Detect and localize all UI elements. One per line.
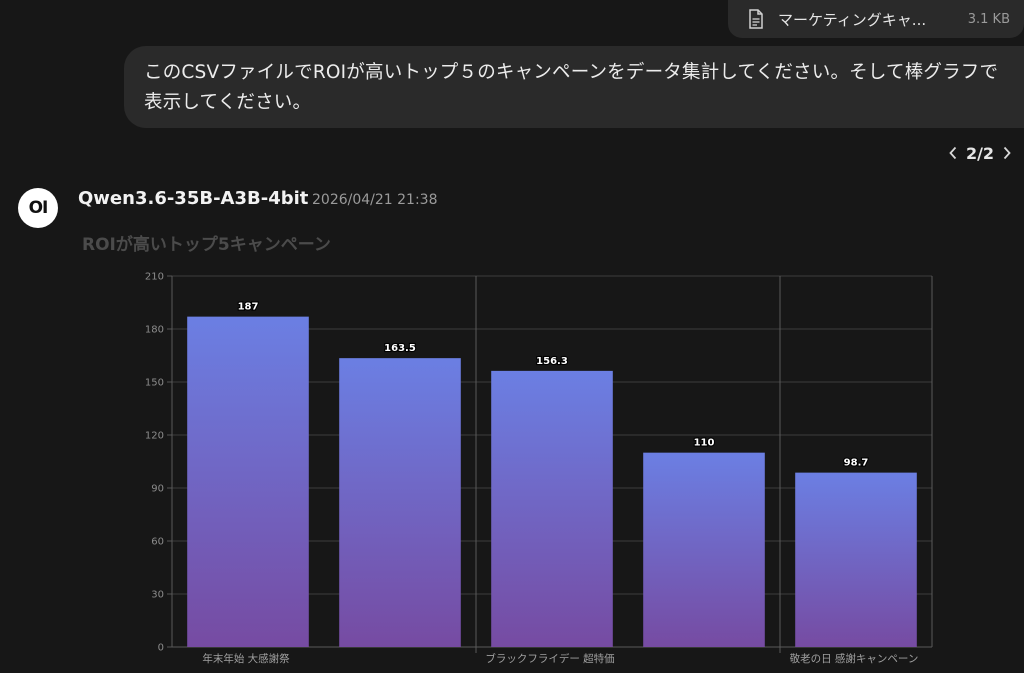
bar-value-label-4: 98.7	[844, 458, 869, 469]
x-category-label-4: 敬老の日 感謝キャンペーン	[790, 652, 919, 665]
y-tick-label: 90	[151, 484, 164, 495]
chat-screen: マーケティングキャ... 3.1 KB このCSVファイルでROIが高いトップ５…	[0, 0, 1024, 673]
roi-bar-chart: 0 30 60 90 120 150 180 210 187 163.5 156.3 110 98.7 年…	[145, 272, 933, 665]
y-tick-label: 150	[145, 378, 164, 389]
bar-3[interactable]	[643, 452, 765, 647]
x-category-label-0: 年末年始 大感謝祭	[202, 652, 290, 665]
y-tick-label: 120	[145, 431, 164, 442]
bar-2[interactable]	[491, 370, 613, 647]
bar-value-label-0: 187	[238, 302, 259, 313]
y-tick-label: 30	[151, 590, 164, 601]
bar-value-label-1: 163.5	[384, 343, 416, 354]
x-category-label-2: ブラックフライデー 超特価	[485, 652, 614, 665]
bar-0[interactable]	[187, 316, 309, 647]
bar-value-label-3: 110	[694, 438, 715, 449]
bar-1[interactable]	[339, 358, 461, 647]
bar-value-label-2: 156.3	[536, 356, 568, 367]
y-tick-label: 60	[151, 537, 164, 548]
bar-4[interactable]	[795, 472, 917, 647]
y-tick-label: 210	[145, 272, 164, 283]
y-tick-label: 180	[145, 325, 164, 336]
y-tick-label: 0	[158, 643, 164, 654]
